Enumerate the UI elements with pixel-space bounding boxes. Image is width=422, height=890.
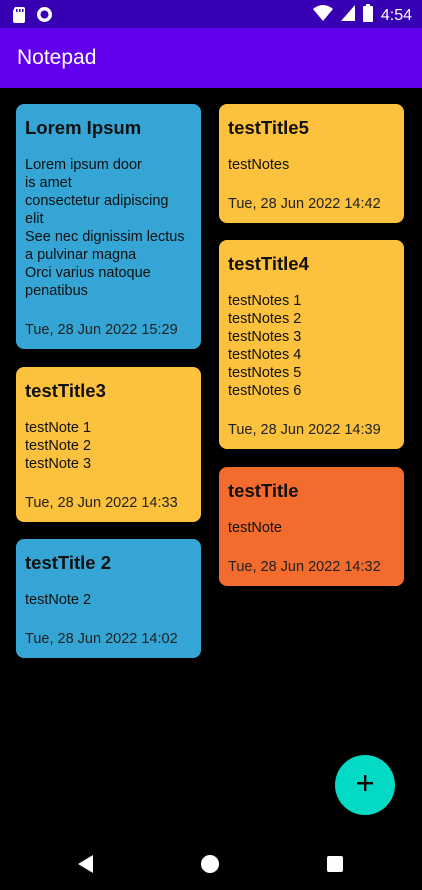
app-bar: Notepad <box>0 28 422 88</box>
note-card[interactable]: testTitle4 testNotes 1 testNotes 2 testN… <box>219 240 404 449</box>
note-title: testTitle 2 <box>25 552 112 573</box>
add-icon <box>356 774 374 797</box>
status-bar-left-icons <box>12 6 53 28</box>
back-icon <box>77 854 95 879</box>
record-icon <box>36 6 53 28</box>
recents-button[interactable] <box>323 854 347 878</box>
note-card[interactable]: Lorem Ipsum Lorem ipsum door is amet con… <box>16 104 201 349</box>
note-body: testNote 1 testNote 2 testNote 3 <box>25 420 92 472</box>
note-date: Tue, 28 Jun 2022 14:33 <box>25 495 178 511</box>
note-date: Tue, 28 Jun 2022 14:39 <box>228 422 381 438</box>
battery-icon <box>362 4 373 27</box>
note-title: testTitle4 <box>228 253 309 274</box>
note-title: Lorem Ipsum <box>25 117 142 138</box>
note-card[interactable]: testTitle 2 testNote 2 Tue, 28 Jun 2022 … <box>16 539 201 658</box>
note-card[interactable]: testTitle3 testNote 1 testNote 2 testNot… <box>16 367 201 522</box>
wifi-icon <box>312 5 333 26</box>
note-body: testNotes <box>228 157 290 173</box>
note-title: testTitle <box>228 480 299 501</box>
home-button[interactable] <box>198 854 222 878</box>
note-title: testTitle5 <box>228 117 309 138</box>
note-body: testNotes 1 testNotes 2 testNotes 3 test… <box>228 293 302 399</box>
sd-card-icon <box>12 6 26 28</box>
home-icon <box>200 854 220 879</box>
navigation-bar <box>0 840 422 890</box>
note-date: Tue, 28 Jun 2022 14:42 <box>228 196 381 212</box>
note-card[interactable]: testTitle5 testNotes Tue, 28 Jun 2022 14… <box>219 104 404 223</box>
add-note-button[interactable] <box>335 755 395 815</box>
note-date: Tue, 28 Jun 2022 14:02 <box>25 631 178 647</box>
note-body: testNote 2 <box>25 592 92 608</box>
note-card[interactable]: testTitle testNote Tue, 28 Jun 2022 14:3… <box>219 467 404 586</box>
status-bar-right-icons: 4:54 <box>312 4 412 27</box>
signal-icon <box>340 5 355 26</box>
note-body: testNote <box>228 520 282 536</box>
back-button[interactable] <box>74 854 98 878</box>
clock: 4:54 <box>380 6 412 24</box>
note-body: Lorem ipsum door is amet consectetur adi… <box>25 157 185 299</box>
note-date: Tue, 28 Jun 2022 14:32 <box>228 559 381 575</box>
app-title: Notepad <box>17 46 97 69</box>
note-title: testTitle3 <box>25 380 106 401</box>
recents-icon <box>326 855 344 878</box>
status-bar: 4:54 <box>0 0 422 28</box>
note-date: Tue, 28 Jun 2022 15:29 <box>25 322 178 338</box>
